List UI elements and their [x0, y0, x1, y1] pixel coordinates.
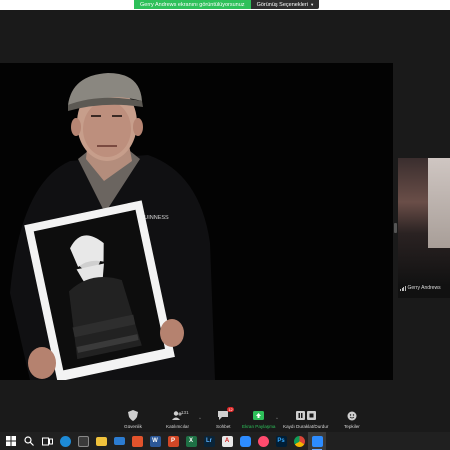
- participant-thumbnail[interactable]: Gerry Andrews: [398, 158, 450, 298]
- lightroom-icon[interactable]: Lr: [200, 432, 218, 450]
- view-options-label: Görünüş Seçenekleri: [256, 1, 308, 8]
- search-icon[interactable]: [20, 432, 38, 450]
- chrome-icon[interactable]: [290, 432, 308, 450]
- participants-label: Katılımcılar: [166, 424, 189, 429]
- sketch-icon[interactable]: [254, 432, 272, 450]
- windows-start-icon[interactable]: [2, 432, 20, 450]
- participants-button[interactable]: 131 Katılımcılar: [166, 410, 189, 429]
- participant-name-tag: Gerry Andrews: [400, 285, 441, 291]
- panel-collapse-handle[interactable]: [394, 223, 397, 233]
- share-options-icon[interactable]: ^: [276, 416, 278, 421]
- security-label: Güvenlik: [124, 424, 142, 429]
- chat-icon: 12: [218, 407, 235, 421]
- pause-stop-icon: [295, 410, 316, 421]
- signal-strength-icon: [400, 285, 406, 291]
- reactions-button[interactable]: Tepkiler: [344, 410, 360, 429]
- share-status: Gerry Andrews ekranını görüntülüyorsunuz: [134, 0, 251, 9]
- participants-count: 131: [180, 410, 189, 415]
- record-button[interactable]: Kaydı Duraklat/Durdur: [283, 410, 328, 429]
- share-banner: Gerry Andrews ekranını görüntülüyorsunuz…: [134, 0, 320, 9]
- photoshop-icon[interactable]: Ps: [272, 432, 290, 450]
- participants-options-icon[interactable]: ^: [199, 416, 201, 421]
- shield-icon: [127, 410, 138, 421]
- reactions-label: Tepkiler: [344, 424, 360, 429]
- acrobat-icon[interactable]: A: [218, 432, 236, 450]
- mail-icon[interactable]: [110, 432, 128, 450]
- shared-photo: GUINNESS: [0, 63, 393, 380]
- file-explorer-icon[interactable]: [92, 432, 110, 450]
- share-screen-icon: [253, 410, 265, 421]
- participant-video: [398, 158, 450, 284]
- shared-screen: GUINNESS: [0, 63, 393, 380]
- meeting-toolbar: Güvenlik 131 Katılımcılar ^ 12 Sohbet Ek…: [0, 402, 450, 432]
- chat-label: Sohbet: [216, 424, 231, 429]
- powerpoint-icon[interactable]: P: [164, 432, 182, 450]
- participant-background: [428, 158, 450, 248]
- share-screen-label: Ekran Paylaşma: [242, 424, 276, 429]
- chat-button[interactable]: 12 Sohbet: [216, 407, 235, 429]
- zoom-icon[interactable]: [236, 432, 254, 450]
- chevron-down-icon: ▾: [310, 1, 314, 7]
- participants-icon: 131: [171, 410, 189, 421]
- excel-icon[interactable]: X: [182, 432, 200, 450]
- office-icon[interactable]: [128, 432, 146, 450]
- smiley-icon: [347, 410, 357, 421]
- windows-taskbar: W P X Lr A Ps: [0, 432, 450, 450]
- task-view-icon[interactable]: [38, 432, 56, 450]
- meeting-area: GUINNESS Gerry Andrews: [0, 10, 450, 402]
- record-label: Kaydı Duraklat/Durdur: [283, 424, 329, 429]
- edge-icon[interactable]: [56, 432, 74, 450]
- chat-badge: 12: [226, 407, 235, 412]
- participant-name: Gerry Andrews: [407, 285, 441, 291]
- security-button[interactable]: Güvenlik: [124, 410, 142, 429]
- word-icon[interactable]: W: [146, 432, 164, 450]
- view-options-button[interactable]: Görünüş Seçenekleri ▾: [250, 0, 320, 9]
- zoom-meeting-icon[interactable]: [308, 432, 326, 450]
- share-screen-button[interactable]: Ekran Paylaşma: [242, 410, 275, 429]
- store-icon[interactable]: [74, 432, 92, 450]
